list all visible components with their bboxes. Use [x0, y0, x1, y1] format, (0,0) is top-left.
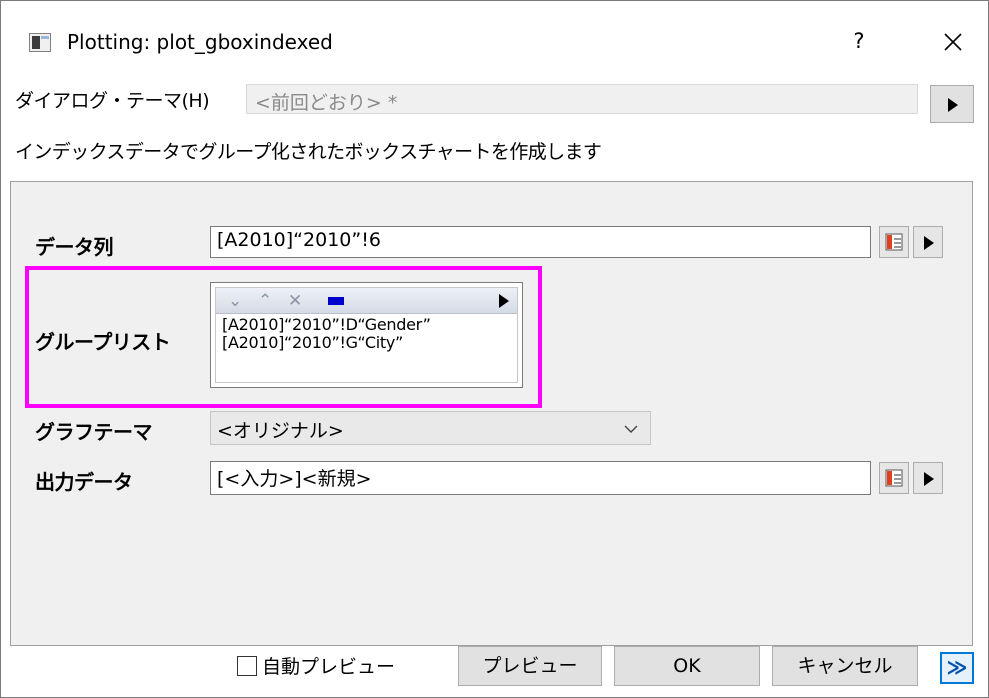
cancel-button[interactable]: キャンセル: [772, 646, 918, 686]
play-right-icon: [948, 98, 958, 112]
graph-theme-label: グラフテーマ: [35, 420, 153, 444]
close-button[interactable]: [931, 23, 977, 59]
dialog-window: Plotting: plot_gboxindexed ? ダイアログ・テーマ(H…: [0, 0, 989, 698]
select-range-icon: [885, 233, 903, 251]
play-right-icon: [924, 236, 934, 250]
auto-preview-label[interactable]: 自動プレビュー: [262, 652, 395, 679]
group-list-box[interactable]: ⌄ ⌃ ✕ [A2010]“2010”!D“Gender” [A2010]“20…: [210, 282, 523, 388]
output-data-label: 出力データ: [35, 470, 133, 494]
list-toolbar: ⌄ ⌃ ✕: [216, 288, 517, 314]
auto-preview-checkbox[interactable]: [237, 656, 257, 676]
play-right-icon: [924, 472, 934, 486]
move-up-icon[interactable]: ⌃: [258, 291, 272, 311]
chevron-down-icon: [624, 425, 638, 433]
data-column-menu-button[interactable]: [913, 226, 943, 258]
color-swatch-icon[interactable]: [328, 297, 344, 305]
list-item[interactable]: [A2010]“2010”!G“City”: [222, 334, 431, 352]
ok-button[interactable]: OK: [614, 646, 760, 686]
close-icon: [944, 33, 962, 51]
help-button[interactable]: ?: [839, 23, 879, 59]
preview-button[interactable]: プレビュー: [458, 646, 602, 686]
remove-icon[interactable]: ✕: [288, 291, 302, 311]
graph-theme-select[interactable]: <オリジナル>: [210, 411, 651, 445]
graph-theme-value: <オリジナル>: [217, 420, 344, 442]
group-list-label: グループリスト: [35, 330, 171, 354]
list-item[interactable]: [A2010]“2010”!D“Gender”: [222, 316, 431, 334]
play-right-icon[interactable]: [499, 294, 509, 308]
output-data-menu-button[interactable]: [913, 462, 943, 494]
theme-label: ダイアログ・テーマ(H): [15, 90, 210, 112]
move-down-icon[interactable]: ⌄: [228, 291, 242, 311]
group-list-items: [A2010]“2010”!D“Gender” [A2010]“2010”!G“…: [222, 316, 431, 352]
expand-button[interactable]: ≫: [940, 652, 974, 684]
output-data-select-button[interactable]: [879, 462, 909, 494]
app-icon: [29, 33, 51, 52]
description-text: インデックスデータでグループ化されたボックスチャートを作成します: [15, 141, 602, 163]
theme-menu-button[interactable]: [930, 85, 974, 123]
data-column-label: データ列: [35, 235, 114, 259]
data-column-select-button[interactable]: [879, 226, 909, 258]
output-data-input[interactable]: [<入力>]<新規>: [210, 461, 871, 495]
select-range-icon: [885, 469, 903, 487]
window-title: Plotting: plot_gboxindexed: [67, 30, 333, 54]
theme-input[interactable]: <前回どおり> *: [246, 84, 918, 114]
data-column-input[interactable]: [A2010]“2010”!6: [210, 226, 871, 258]
title-bar: Plotting: plot_gboxindexed ?: [1, 1, 988, 67]
